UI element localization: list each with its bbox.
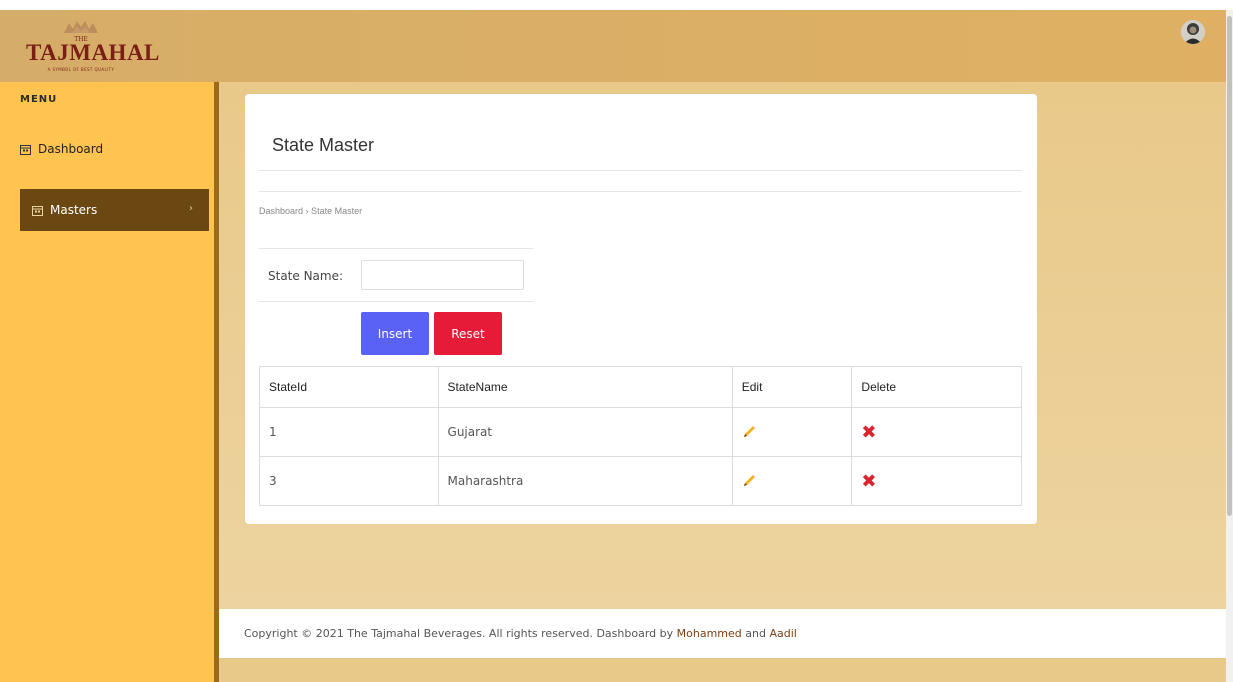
logo-brand: TAJMAHAL — [26, 40, 160, 65]
bottom-band — [219, 658, 1226, 682]
breadcrumb: Dashboard › State Master — [259, 206, 362, 216]
column-header-statename: StateName — [437, 366, 733, 408]
tajmahal-logo[interactable]: THE TAJMAHAL A SYMBOL OF BEST QUALITY — [26, 18, 160, 76]
footer-copyright: Copyright © 2021 The Tajmahal Beverages.… — [244, 627, 797, 640]
states-table: StateId StateName Edit Delete 1 Gujarat … — [259, 366, 1022, 506]
page-scrollbar[interactable] — [1226, 10, 1233, 682]
footer-prefix: Copyright © 2021 The Tajmahal Beverages.… — [244, 627, 677, 640]
reset-button[interactable]: Reset — [434, 312, 502, 355]
pencil-icon[interactable] — [742, 474, 756, 488]
delete-x-icon[interactable]: ✖ — [861, 471, 876, 492]
footer-author-link[interactable]: Aadil — [769, 627, 796, 640]
state-name-label: State Name: — [268, 269, 344, 283]
state-id-cell: 3 — [259, 456, 439, 506]
state-name-input[interactable] — [361, 260, 524, 290]
calendar-icon — [32, 205, 43, 216]
sidebar-item-masters[interactable]: Masters › — [20, 189, 209, 231]
menu-title: MENU — [20, 94, 58, 105]
logo-tagline: A SYMBOL OF BEST QUALITY — [47, 67, 115, 72]
edit-cell — [731, 407, 853, 457]
breadcrumb-home[interactable]: Dashboard — [259, 206, 303, 216]
breadcrumb-separator: › — [305, 206, 309, 216]
scrollbar-thumb[interactable] — [1227, 16, 1232, 516]
calendar-icon — [20, 144, 31, 155]
sidebar-item-label: Dashboard — [38, 142, 104, 156]
pencil-icon[interactable] — [742, 425, 756, 439]
chevron-right-icon: › — [189, 203, 193, 214]
delete-x-icon[interactable]: ✖ — [861, 422, 876, 443]
state-name-cell: Maharashtra — [437, 456, 733, 506]
column-header-delete: Delete — [851, 366, 1022, 408]
divider — [259, 170, 1022, 171]
state-name-cell: Gujarat — [437, 407, 733, 457]
breadcrumb-current: State Master — [311, 206, 363, 216]
sidebar-item-dashboard[interactable]: Dashboard — [20, 139, 103, 159]
table-header-row: StateId StateName Edit Delete — [259, 366, 1022, 408]
avatar-image — [1181, 20, 1205, 44]
top-strip — [0, 0, 1233, 10]
column-header-edit: Edit — [731, 366, 853, 408]
top-header: THE TAJMAHAL A SYMBOL OF BEST QUALITY — [0, 10, 1226, 82]
footer-author-link[interactable]: Mohammed — [677, 627, 742, 640]
sidebar — [0, 82, 214, 682]
column-header-stateid: StateId — [259, 366, 439, 408]
delete-cell: ✖ — [851, 456, 1022, 506]
sidebar-item-label: Masters — [50, 203, 98, 217]
edit-cell — [731, 456, 853, 506]
table-row: 1 Gujarat ✖ — [259, 407, 1022, 457]
page-title: State Master — [272, 135, 375, 155]
insert-button[interactable]: Insert — [361, 312, 429, 355]
table-row: 3 Maharashtra ✖ — [259, 456, 1022, 506]
footer-and: and — [741, 627, 770, 640]
state-id-cell: 1 — [259, 407, 439, 457]
crown-logo-icon — [64, 21, 98, 33]
divider — [259, 191, 1022, 192]
delete-cell: ✖ — [851, 407, 1022, 457]
user-avatar-icon[interactable] — [1181, 20, 1205, 44]
